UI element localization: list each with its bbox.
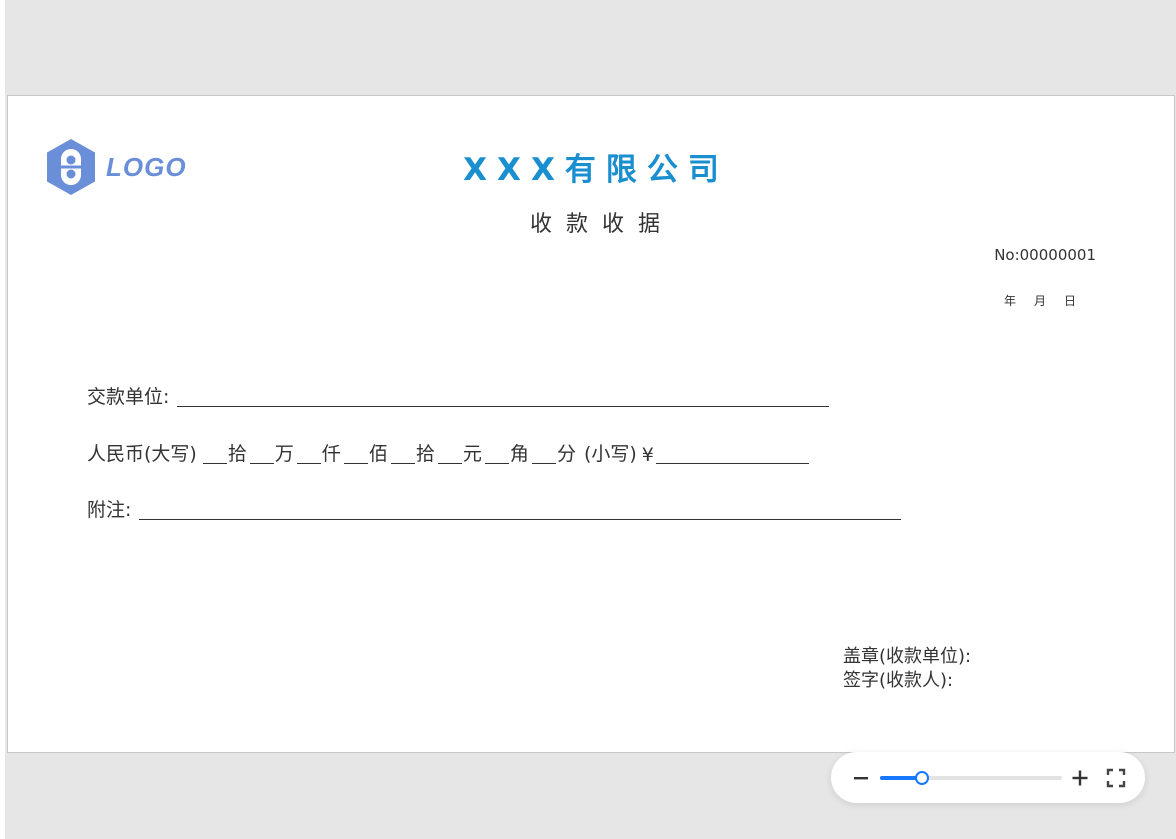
remark-label: 附注:	[87, 499, 132, 521]
amount-blank	[390, 443, 415, 464]
amount-blank	[343, 443, 368, 464]
viewer-edge	[0, 0, 5, 839]
amount-blank	[249, 443, 274, 464]
unit-label: 万	[274, 443, 294, 465]
signature-block: 盖章(收款单位): 签字(收款人):	[843, 645, 971, 693]
receipt-number: No:00000001	[994, 246, 1096, 264]
amount-lower-blank	[655, 443, 809, 464]
company-name: XXX有限公司	[463, 152, 729, 188]
amount-row: 人民币(大写) 拾 万 仟 佰 拾 元 角 分 (小写) ¥	[87, 439, 809, 466]
zoom-out-button[interactable]	[851, 768, 871, 788]
remark-row: 附注:	[87, 495, 902, 522]
fullscreen-button[interactable]	[1105, 767, 1127, 789]
payer-label: 交款单位:	[87, 386, 170, 408]
signature-label: 签字(收款人):	[843, 670, 954, 691]
minus-icon	[854, 777, 868, 780]
amount-blank	[437, 443, 462, 464]
unit-label: 角	[509, 443, 529, 465]
zoom-in-button[interactable]	[1069, 767, 1091, 789]
fullscreen-icon	[1106, 768, 1126, 788]
amount-blank	[202, 443, 227, 464]
payer-row: 交款单位:	[87, 382, 830, 409]
unit-label: 分	[556, 443, 576, 465]
rmb-lower-label: (小写)	[583, 443, 637, 465]
date-line: 年 月 日	[1004, 292, 1076, 309]
date-day-label: 日	[1064, 294, 1077, 308]
amount-blank	[296, 443, 321, 464]
plus-icon	[1072, 770, 1088, 786]
amount-blank	[531, 443, 556, 464]
document-viewer: LOGO XXX有限公司 收款收据 No:00000001 年 月 日 交款单位…	[0, 0, 1176, 839]
payer-blank	[177, 386, 830, 407]
amount-blank	[484, 443, 509, 464]
unit-label: 拾	[227, 443, 247, 465]
remark-blank	[139, 499, 902, 520]
unit-label: 拾	[415, 443, 435, 465]
date-month-label: 月	[1034, 294, 1047, 308]
zoom-control	[831, 752, 1145, 803]
document-title: 收款收据	[529, 212, 674, 237]
unit-label: 仟	[321, 443, 341, 465]
yen-symbol: ¥	[641, 444, 654, 466]
zoom-slider-handle[interactable]	[914, 771, 929, 785]
rmb-upper-label: 人民币(大写)	[87, 443, 197, 465]
date-year-label: 年	[1004, 294, 1017, 308]
zoom-slider[interactable]	[880, 771, 1062, 785]
seal-label: 盖章(收款单位):	[843, 646, 972, 667]
unit-label: 元	[462, 443, 482, 465]
receipt-page: LOGO XXX有限公司 收款收据 No:00000001 年 月 日 交款单位…	[7, 95, 1175, 753]
unit-label: 佰	[368, 443, 388, 465]
